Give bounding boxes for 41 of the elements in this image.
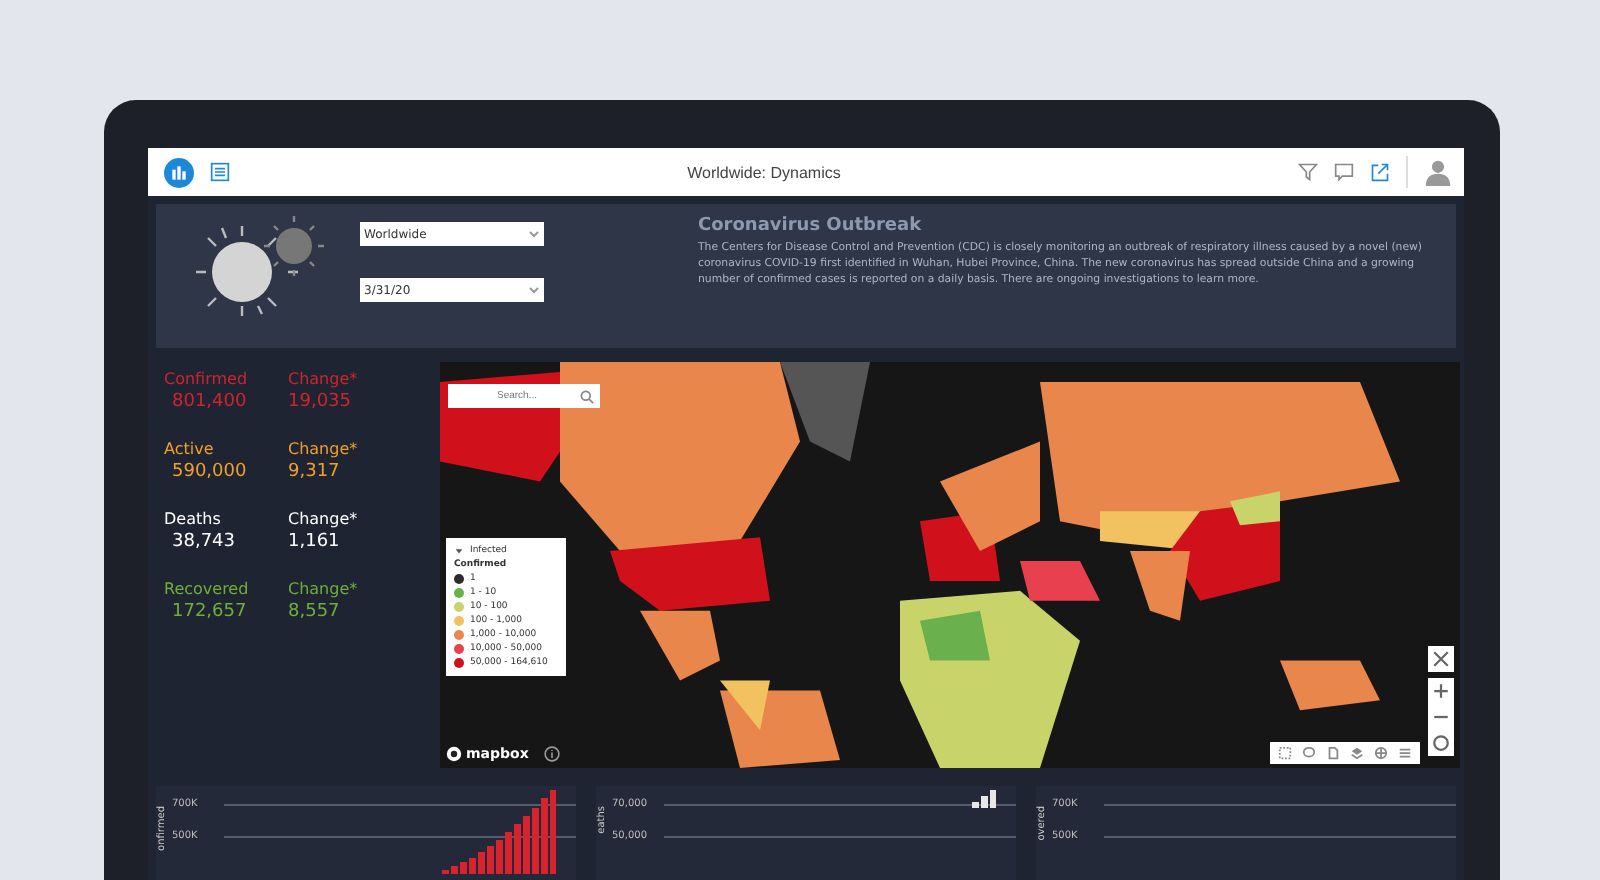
change-label: Change* bbox=[286, 370, 360, 388]
lasso-icon[interactable] bbox=[1302, 746, 1316, 760]
dashboard-title: Worldwide: Dynamics bbox=[685, 163, 843, 181]
stat-value: 172,657 bbox=[170, 602, 249, 622]
change-value: 1,161 bbox=[286, 532, 342, 552]
mapbox-logo-icon bbox=[446, 746, 462, 762]
change-label: Change* bbox=[286, 510, 360, 528]
change-value: 8,557 bbox=[286, 602, 342, 622]
change-label: Change* bbox=[286, 440, 360, 458]
stat-label: Deaths bbox=[164, 510, 223, 528]
change-label: Change* bbox=[286, 580, 360, 598]
comment-icon[interactable] bbox=[1334, 162, 1354, 182]
panel-heading: Coronavirus Outbreak bbox=[698, 216, 924, 236]
change-value: 9,317 bbox=[286, 462, 342, 482]
change-value: 19,035 bbox=[286, 392, 353, 412]
stat-value: 38,743 bbox=[170, 532, 237, 552]
stat-value: 801,400 bbox=[170, 392, 249, 412]
filter-icon[interactable] bbox=[1298, 162, 1318, 182]
page-icon[interactable] bbox=[1326, 746, 1340, 760]
stat-label: Recovered bbox=[164, 580, 251, 598]
info-icon[interactable] bbox=[544, 746, 561, 762]
stat-label: Confirmed bbox=[164, 370, 250, 388]
caret-icon bbox=[528, 228, 540, 240]
search-icon bbox=[580, 389, 594, 403]
caret-icon bbox=[528, 284, 540, 296]
stat-label: Active bbox=[164, 440, 216, 458]
zoom-in-button[interactable] bbox=[1428, 678, 1454, 704]
reset-view-button[interactable] bbox=[1428, 730, 1454, 756]
share-icon[interactable] bbox=[1370, 162, 1390, 182]
list-icon[interactable] bbox=[210, 162, 230, 182]
plus-icon bbox=[1432, 682, 1450, 700]
layers-icon[interactable] bbox=[1350, 746, 1364, 760]
list-icon[interactable] bbox=[1398, 746, 1412, 760]
select-rectangle-icon[interactable] bbox=[1278, 746, 1292, 760]
expand-icon bbox=[1432, 650, 1450, 668]
user-avatar-icon[interactable] bbox=[1424, 158, 1452, 186]
app-logo-icon[interactable] bbox=[164, 157, 194, 187]
caret-icon[interactable] bbox=[454, 546, 464, 556]
stat-value: 590,000 bbox=[170, 462, 249, 482]
fullscreen-button[interactable] bbox=[1428, 646, 1454, 672]
globe-icon[interactable] bbox=[1374, 746, 1388, 760]
